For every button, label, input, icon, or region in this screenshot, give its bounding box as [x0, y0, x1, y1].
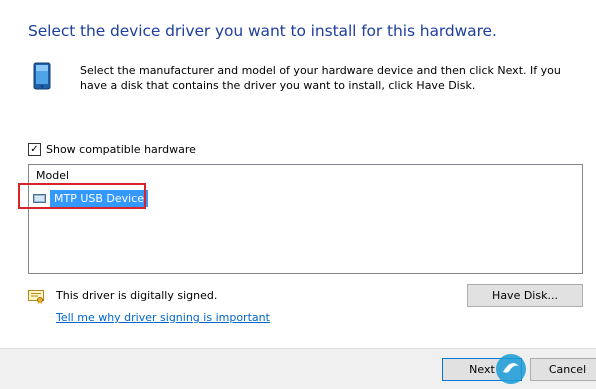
dialog-description: Select the manufacturer and model of you… — [80, 64, 561, 92]
cancel-button[interactable]: Cancel — [530, 358, 596, 381]
show-compatible-hardware[interactable]: ✓ Show compatible hardware — [28, 143, 196, 156]
certificate-icon — [28, 290, 44, 304]
have-disk-button[interactable]: Have Disk... — [467, 284, 583, 307]
model-list[interactable]: Model MTP USB Device — [28, 164, 583, 274]
compatible-label: Show compatible hardware — [46, 143, 196, 156]
driver-signing-link[interactable]: Tell me why driver signing is important — [56, 311, 270, 324]
dialog-heading: Select the device driver you want to ins… — [28, 22, 497, 40]
compatible-checkbox[interactable]: ✓ — [28, 143, 41, 156]
device-icon — [33, 62, 51, 90]
signed-status: This driver is digitally signed. — [56, 289, 218, 302]
highlight-box — [18, 183, 146, 209]
model-column-header: Model — [36, 169, 70, 182]
watermark-logo-icon — [496, 354, 526, 384]
